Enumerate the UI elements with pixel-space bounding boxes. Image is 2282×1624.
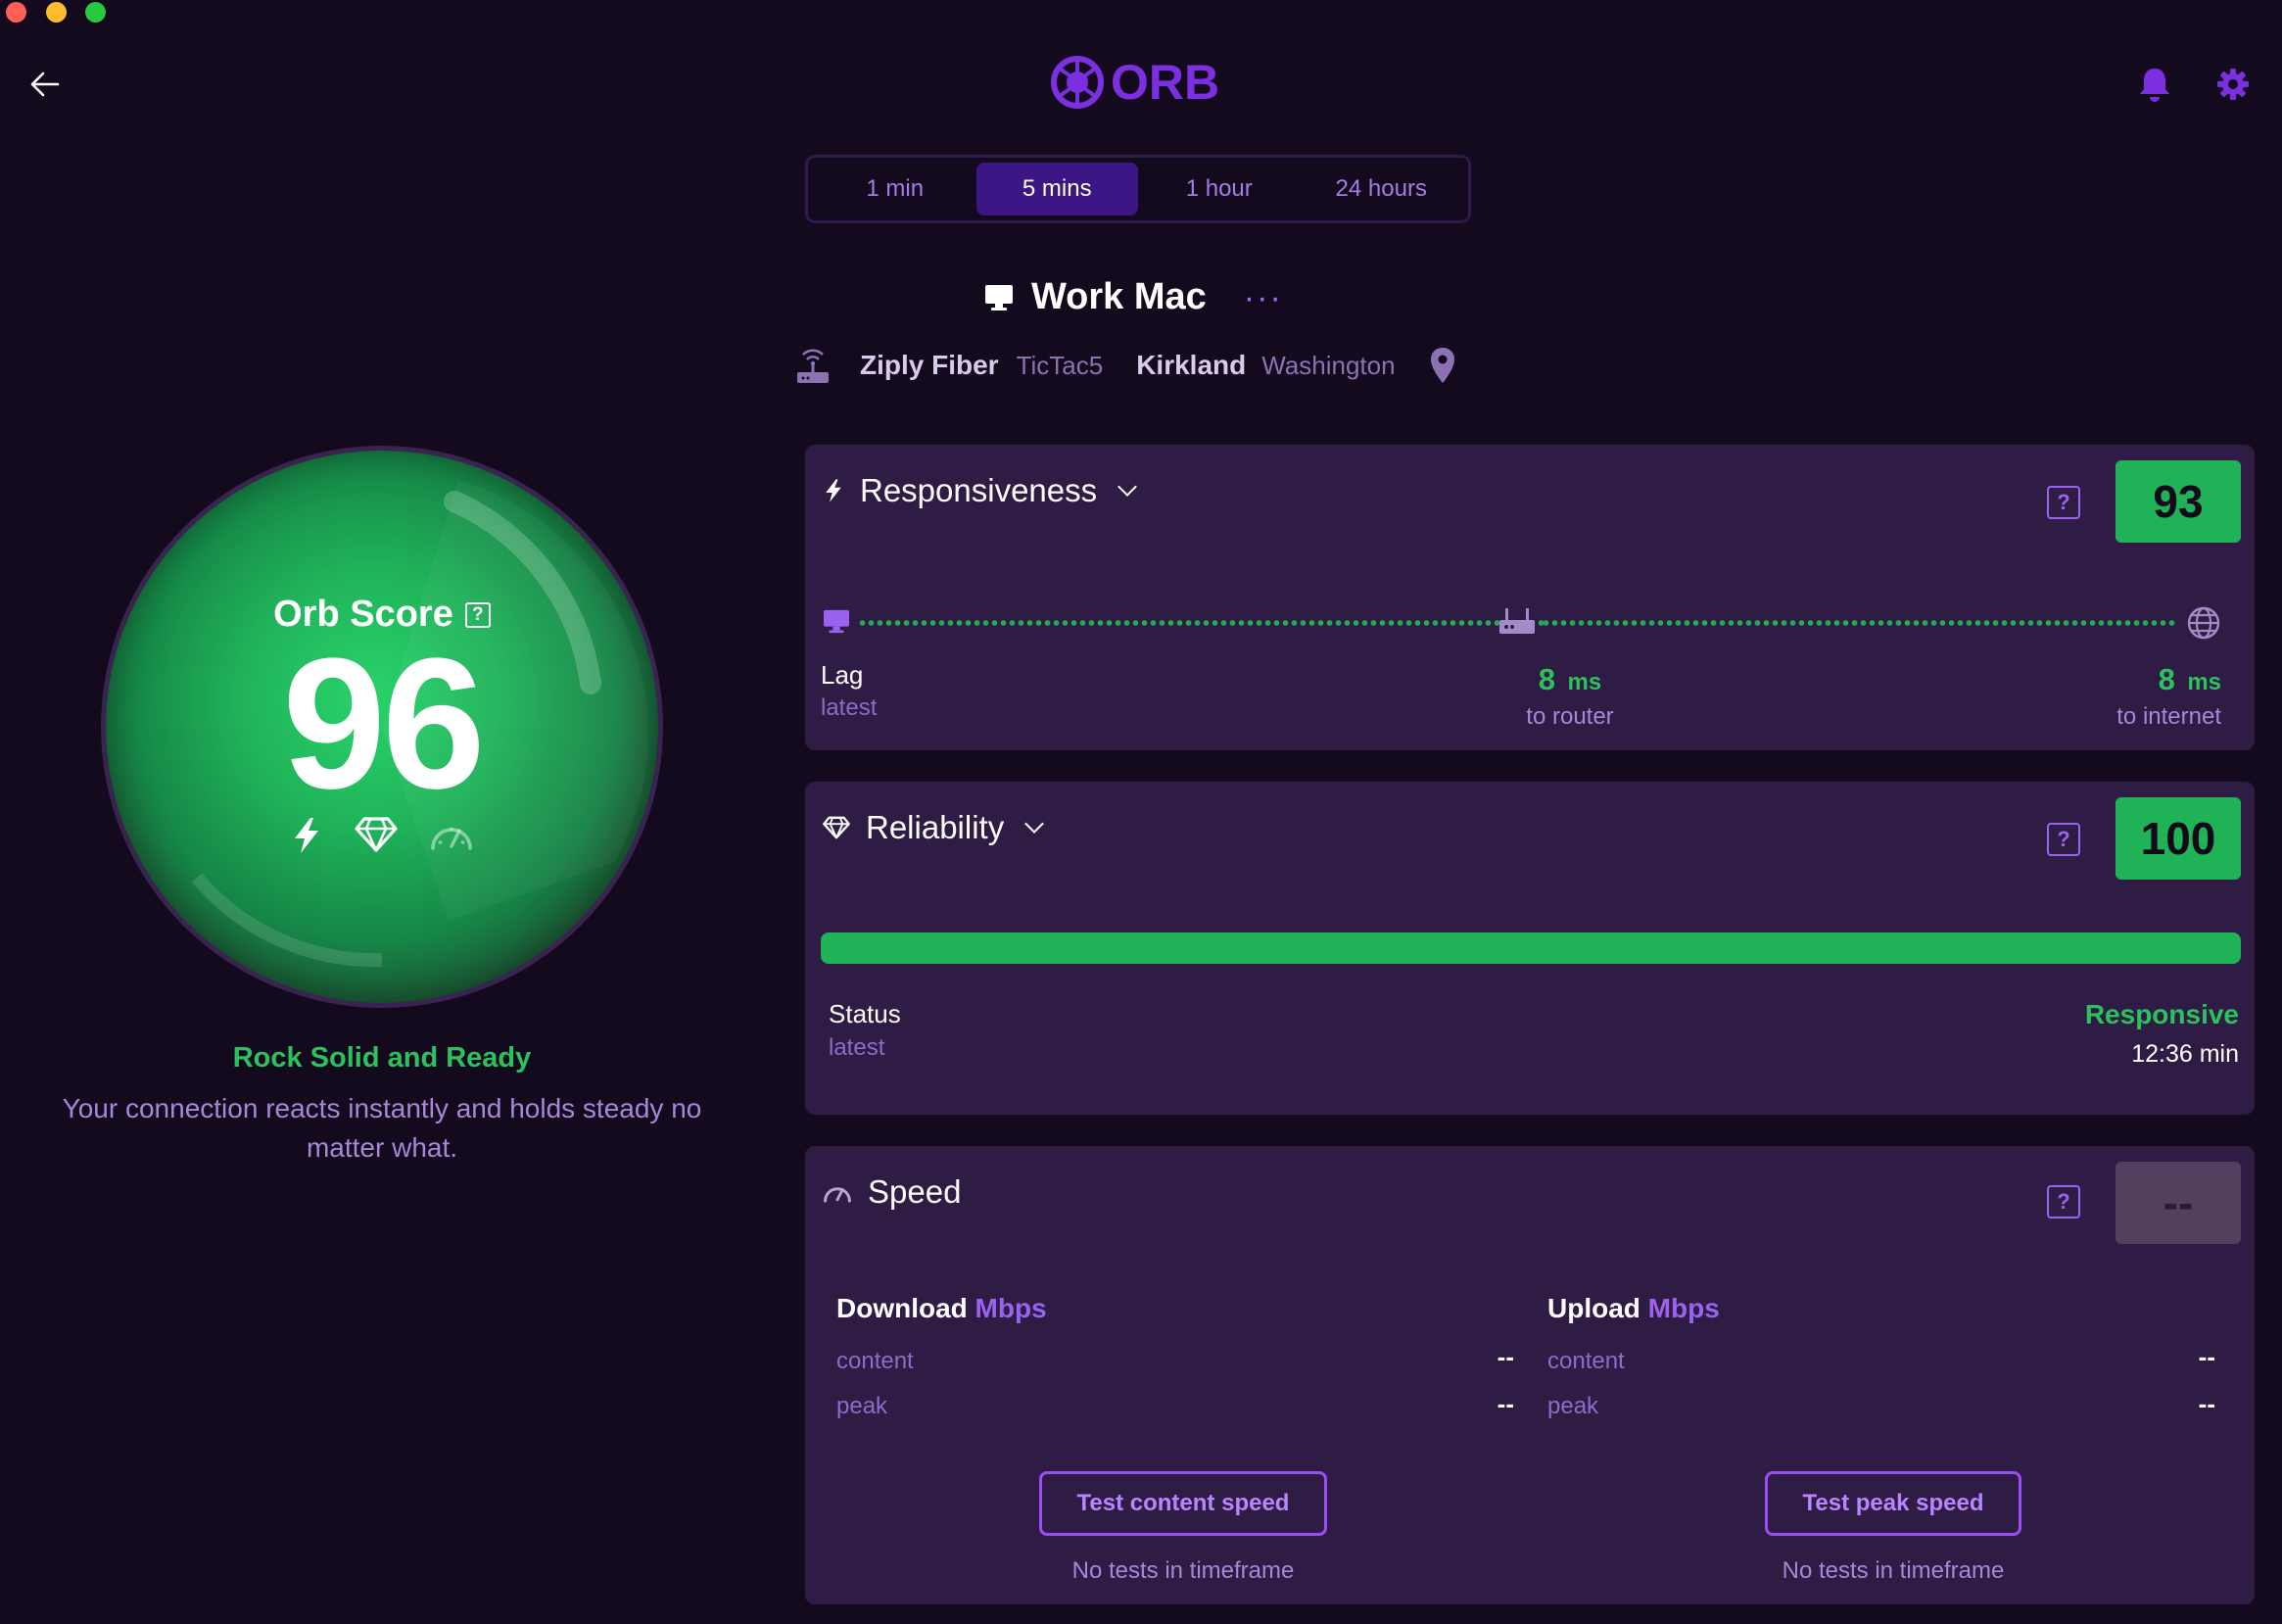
network-info: Ziply Fiber TicTac5 Kirkland Washington bbox=[795, 345, 1456, 386]
reliability-score: 100 bbox=[2116, 797, 2241, 880]
router-latency: 8 ms bbox=[1397, 662, 1743, 697]
orb-score-description: Your connection reacts instantly and hol… bbox=[62, 1093, 702, 1163]
lag-path-router-to-internet bbox=[1542, 620, 2176, 626]
speed-header: Speed bbox=[823, 1173, 961, 1211]
timeframe-option-1-hour[interactable]: 1 hour bbox=[1138, 163, 1301, 215]
speed-help-button[interactable]: ? bbox=[2047, 1185, 2080, 1218]
responsiveness-score: 93 bbox=[2116, 460, 2241, 543]
download-label: Download bbox=[836, 1293, 968, 1323]
orb-logo-icon bbox=[1051, 56, 1104, 109]
lag-path-device-to-router bbox=[858, 620, 1544, 626]
window-minimize-button[interactable] bbox=[46, 2, 67, 23]
location-pin-icon[interactable] bbox=[1429, 346, 1456, 385]
diamond-icon bbox=[823, 816, 850, 839]
device-name: Work Mac bbox=[1031, 276, 1207, 317]
orb-score-gauge: Orb Score ? 96 bbox=[106, 451, 658, 1003]
isp-name: Ziply Fiber bbox=[860, 350, 999, 380]
upload-peak-value: -- bbox=[2198, 1389, 2215, 1418]
router-latency-unit: ms bbox=[1567, 669, 1602, 695]
responsiveness-card: Responsiveness ? 93 Lag latest 8 ms to r… bbox=[805, 445, 2255, 750]
settings-button[interactable] bbox=[2213, 63, 2253, 106]
lag-sub-label: latest bbox=[821, 694, 878, 721]
responsiveness-title: Responsiveness bbox=[860, 472, 1098, 508]
download-content-label: content bbox=[836, 1348, 914, 1374]
reliability-bar bbox=[821, 932, 2241, 964]
timeframe-option-1-min[interactable]: 1 min bbox=[814, 163, 976, 215]
router-icon bbox=[797, 349, 829, 383]
timeframe-option-5-mins[interactable]: 5 mins bbox=[975, 163, 1138, 215]
internet-latency: 8 ms bbox=[1980, 662, 2221, 697]
device-header: Work Mac ··· bbox=[984, 276, 1283, 318]
download-peak-label: peak bbox=[836, 1393, 888, 1419]
upload-content-label: content bbox=[1547, 1348, 1625, 1374]
peak-speed-note: No tests in timeframe bbox=[1782, 1557, 2005, 1584]
monitor-icon bbox=[824, 609, 849, 634]
upload-peak-label: peak bbox=[1547, 1393, 1599, 1419]
content-speed-note: No tests in timeframe bbox=[1071, 1557, 1295, 1584]
chevron-down-icon bbox=[1117, 477, 1138, 497]
arrow-left-icon bbox=[30, 72, 60, 97]
timeframe-option-24-hours[interactable]: 24 hours bbox=[1301, 163, 1463, 215]
upload-label: Upload bbox=[1547, 1293, 1640, 1323]
responsiveness-help-button[interactable]: ? bbox=[2047, 486, 2080, 519]
speed-card: Speed ? -- Download Mbps content -- peak… bbox=[805, 1146, 2255, 1604]
test-peak-speed-button[interactable]: Test peak speed bbox=[1765, 1471, 2021, 1536]
monitor-icon bbox=[985, 284, 1013, 310]
status-label: Status bbox=[829, 999, 901, 1028]
timeframe-selector: 1 min 5 mins 1 hour 24 hours bbox=[805, 155, 1471, 223]
window-close-button[interactable] bbox=[6, 2, 26, 23]
speedometer-icon bbox=[431, 828, 472, 850]
reliability-help-button[interactable]: ? bbox=[2047, 823, 2080, 856]
speedometer-icon bbox=[824, 1187, 851, 1203]
speed-title: Speed bbox=[868, 1173, 962, 1210]
lightning-icon bbox=[826, 479, 841, 502]
responsiveness-header[interactable]: Responsiveness bbox=[823, 472, 1138, 509]
back-button[interactable] bbox=[25, 65, 65, 104]
orb-score-value: 96 bbox=[282, 620, 485, 828]
lag-label: Lag bbox=[821, 660, 864, 690]
router-icon bbox=[1499, 608, 1535, 634]
lightning-icon bbox=[295, 818, 318, 853]
gear-icon bbox=[2217, 69, 2249, 100]
upload-unit: Mbps bbox=[1647, 1293, 1720, 1323]
download-peak-value: -- bbox=[1497, 1389, 1514, 1418]
window-zoom-button[interactable] bbox=[85, 2, 106, 23]
download-unit: Mbps bbox=[975, 1293, 1047, 1323]
router-latency-value: 8 bbox=[1538, 662, 1556, 696]
ssid-name: TicTac5 bbox=[1016, 350, 1104, 380]
router-latency-label: to router bbox=[1526, 703, 1614, 730]
status-time: 12:36 min bbox=[2131, 1040, 2239, 1068]
reliability-title: Reliability bbox=[866, 809, 1005, 845]
internet-latency-value: 8 bbox=[2158, 662, 2175, 696]
test-content-speed-button[interactable]: Test content speed bbox=[1039, 1471, 1327, 1536]
device-more-button[interactable]: ··· bbox=[1244, 281, 1283, 314]
globe-icon bbox=[2187, 606, 2220, 640]
status-value: Responsive bbox=[2084, 999, 2239, 1029]
reliability-card: Reliability ? 100 Status latest Responsi… bbox=[805, 782, 2255, 1115]
internet-latency-unit: ms bbox=[2187, 669, 2221, 695]
reliability-header[interactable]: Reliability bbox=[823, 809, 1045, 846]
chevron-down-icon bbox=[1024, 814, 1045, 834]
speed-score: -- bbox=[2116, 1162, 2241, 1244]
orb-score-icons bbox=[106, 817, 658, 854]
location-region: Washington bbox=[1261, 350, 1396, 380]
status-sub-label: latest bbox=[829, 1034, 885, 1061]
logo-text: ORB bbox=[1111, 55, 1220, 110]
upload-header: Upload Mbps bbox=[1547, 1293, 1720, 1324]
notifications-button[interactable] bbox=[2135, 63, 2174, 106]
bell-icon bbox=[2140, 69, 2169, 102]
upload-content-value: -- bbox=[2198, 1342, 2215, 1371]
app-logo: ORB bbox=[1050, 55, 1219, 110]
download-header: Download Mbps bbox=[836, 1293, 1047, 1324]
diamond-icon bbox=[355, 817, 398, 852]
internet-latency-label: to internet bbox=[2116, 703, 2221, 730]
download-content-value: -- bbox=[1497, 1342, 1514, 1371]
orb-score-verdict: Rock Solid and Ready bbox=[232, 1042, 532, 1074]
app-window: ORB 1 min 5 mins 1 hour 24 hours Work Ma… bbox=[0, 0, 2282, 1624]
location-city: Kirkland bbox=[1136, 350, 1247, 380]
